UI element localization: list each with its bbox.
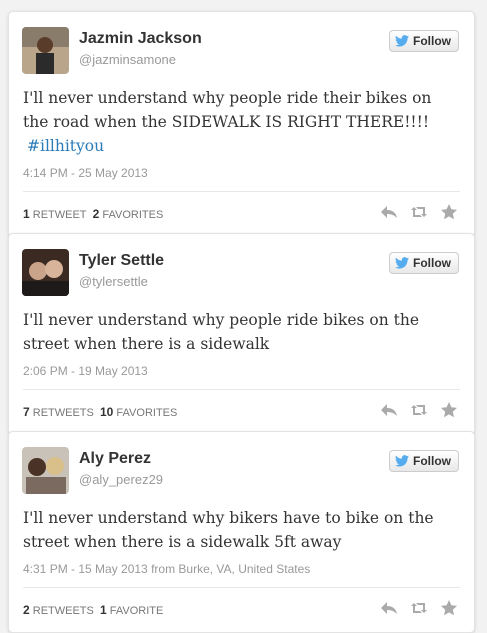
- author-handle[interactable]: @tylersettle: [79, 274, 148, 289]
- timestamp[interactable]: 4:14 PM - 25 May 2013: [23, 166, 460, 192]
- tweet-stats: 7 RETWEETS 10 FAVORITES: [23, 405, 177, 419]
- retweet-count[interactable]: 7: [23, 405, 30, 419]
- follow-label: Follow: [413, 256, 451, 270]
- tweet-body: I'll never understand why people ride th…: [23, 89, 432, 131]
- avatar[interactable]: [22, 27, 69, 74]
- retweet-count[interactable]: 2: [23, 603, 30, 617]
- follow-button[interactable]: Follow: [389, 252, 459, 274]
- tweet-card: Jazmin Jackson @jazminsamone Follow I'll…: [8, 11, 475, 237]
- avatar[interactable]: [22, 447, 69, 494]
- tweet-card: Aly Perez @aly_perez29 Follow I'll never…: [8, 431, 475, 633]
- favorite-star-icon[interactable]: [440, 599, 458, 617]
- retweet-icon[interactable]: [410, 599, 428, 617]
- tweet-card: Tyler Settle @tylersettle Follow I'll ne…: [8, 233, 475, 435]
- twitter-bird-icon: [395, 35, 409, 47]
- retweet-count[interactable]: 1: [23, 207, 30, 221]
- hashtag-link[interactable]: #illhityou: [27, 137, 104, 155]
- author-name[interactable]: Aly Perez: [79, 450, 151, 468]
- tweet-body: I'll never understand why bikers have to…: [23, 509, 434, 551]
- reply-icon[interactable]: [380, 599, 398, 617]
- timestamp[interactable]: 4:31 PM - 15 May 2013 from Burke, VA, Un…: [23, 562, 460, 588]
- follow-label: Follow: [413, 34, 451, 48]
- twitter-bird-icon: [395, 455, 409, 467]
- favorite-label: FAVORITES: [102, 209, 164, 221]
- retweet-label: RETWEETS: [32, 605, 94, 617]
- retweet-label: RETWEETS: [32, 407, 94, 419]
- author-name[interactable]: Tyler Settle: [79, 252, 164, 270]
- favorite-star-icon[interactable]: [440, 203, 458, 221]
- avatar[interactable]: [22, 249, 69, 296]
- tweet-text: I'll never understand why people ride bi…: [23, 308, 460, 356]
- tweet-text: I'll never understand why bikers have to…: [23, 506, 460, 554]
- tweet-text: I'll never understand why people ride th…: [23, 86, 460, 158]
- author-handle[interactable]: @aly_perez29: [79, 472, 163, 487]
- author-name[interactable]: Jazmin Jackson: [79, 30, 202, 48]
- favorite-count[interactable]: 2: [93, 207, 100, 221]
- retweet-label: RETWEET: [32, 209, 87, 221]
- retweet-icon[interactable]: [410, 203, 428, 221]
- follow-button[interactable]: Follow: [389, 30, 459, 52]
- tweet-stats: 1 RETWEET 2 FAVORITES: [23, 207, 163, 221]
- timestamp[interactable]: 2:06 PM - 19 May 2013: [23, 364, 460, 390]
- reply-icon[interactable]: [380, 203, 398, 221]
- retweet-icon[interactable]: [410, 401, 428, 419]
- twitter-bird-icon: [395, 257, 409, 269]
- tweet-stats: 2 RETWEETS 1 FAVORITE: [23, 603, 163, 617]
- favorite-star-icon[interactable]: [440, 401, 458, 419]
- favorite-count[interactable]: 10: [100, 405, 113, 419]
- author-handle[interactable]: @jazminsamone: [79, 52, 176, 67]
- reply-icon[interactable]: [380, 401, 398, 419]
- favorite-count[interactable]: 1: [100, 603, 107, 617]
- follow-button[interactable]: Follow: [389, 450, 459, 472]
- tweet-body: I'll never understand why people ride bi…: [23, 311, 420, 353]
- follow-label: Follow: [413, 454, 451, 468]
- favorite-label: FAVORITE: [109, 605, 164, 617]
- favorite-label: FAVORITES: [116, 407, 178, 419]
